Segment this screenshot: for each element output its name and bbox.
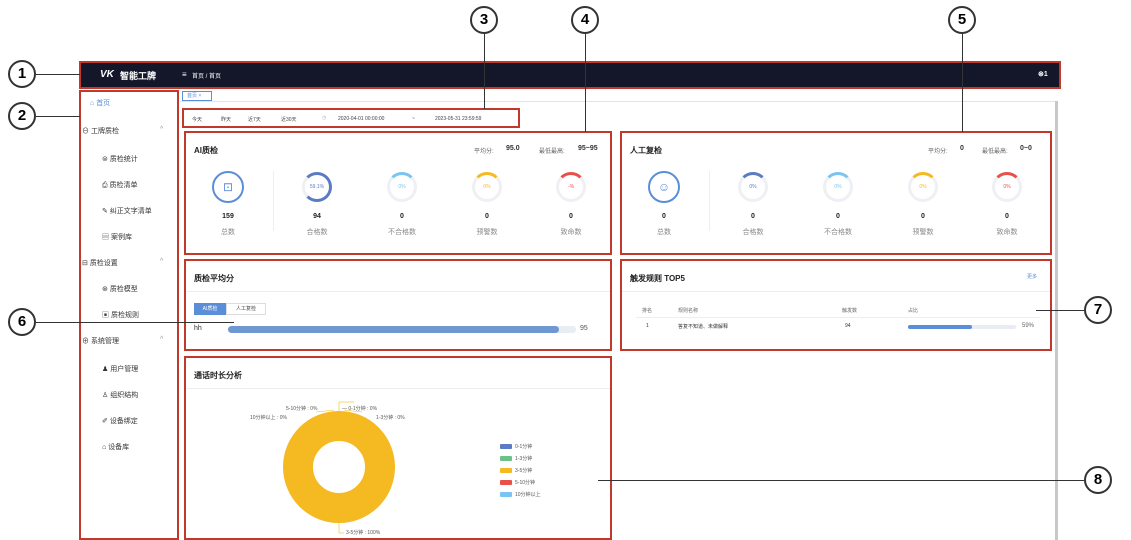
tab-home[interactable]: 首页 × <box>182 91 212 101</box>
callout-6: 6 <box>8 308 36 336</box>
callout-2: 2 <box>8 102 36 130</box>
content-scrollbar[interactable] <box>1055 101 1058 540</box>
callout-line-7 <box>1036 310 1084 311</box>
callout-7: 7 <box>1084 296 1112 324</box>
annotation-box-5 <box>620 131 1052 255</box>
callout-1: 1 <box>8 60 36 88</box>
callout-line-4 <box>585 33 586 132</box>
callout-line-5 <box>962 33 963 132</box>
annotation-box-4 <box>184 131 612 255</box>
annotation-box-6 <box>184 259 612 351</box>
callout-4: 4 <box>571 6 599 34</box>
content-divider <box>180 101 1058 102</box>
callout-line-6 <box>36 322 234 323</box>
annotation-box-3 <box>182 108 520 128</box>
callout-line-3 <box>484 33 485 109</box>
callout-8: 8 <box>1084 466 1112 494</box>
annotation-box-1 <box>79 61 1061 89</box>
callout-3: 3 <box>470 6 498 34</box>
callout-line-1 <box>36 74 80 75</box>
annotation-box-2 <box>79 90 179 540</box>
callout-5: 5 <box>948 6 976 34</box>
callout-line-2 <box>36 116 80 117</box>
annotation-box-8 <box>184 356 612 540</box>
annotation-box-7 <box>620 259 1052 351</box>
callout-line-8 <box>598 480 1084 481</box>
